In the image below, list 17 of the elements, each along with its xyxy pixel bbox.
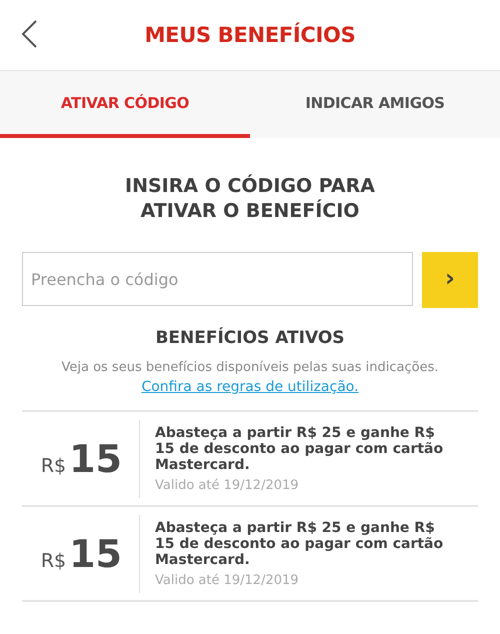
back-icon[interactable] [20, 19, 38, 49]
validity-date: Valido até 19/12/2019 [155, 478, 300, 492]
submit-button[interactable]: › [422, 252, 478, 308]
section-subtitle: Veja os seus benefícios disponíveis pelas suas indicações. [60, 360, 440, 375]
section-title: BENEFÍCIOS ATIVOS [154, 328, 346, 348]
currency-label: R$ [40, 454, 66, 476]
benefit-description: Abasteça a partir R$ 25 e ganhe R$ 15 de desconto ao pagar com cartão Mastercard. [155, 520, 444, 568]
section-heading: INSIRA O CÓDIGO PARA ATIVAR O BENEFÍCIO [124, 174, 376, 224]
tab[interactable]: INDICAR AMIGOS [250, 71, 500, 138]
page-title: MEUS BENEFÍCIOS [144, 23, 356, 47]
benefit-amount: 15 [69, 436, 122, 480]
validity-date: Valido até 19/12/2019 [155, 572, 300, 588]
code-input-field[interactable]: Preencha o código [22, 252, 413, 306]
benefit-description: Abasteça a partir R$ 25 e ganhe R$ 15 de desconto ao pagar com cartão Mastercard. [155, 424, 444, 472]
benefit-amount: 15 [69, 532, 122, 576]
currency-label: R$ [40, 550, 66, 572]
tab[interactable]: ATIVAR CÓDIGO [0, 71, 250, 138]
